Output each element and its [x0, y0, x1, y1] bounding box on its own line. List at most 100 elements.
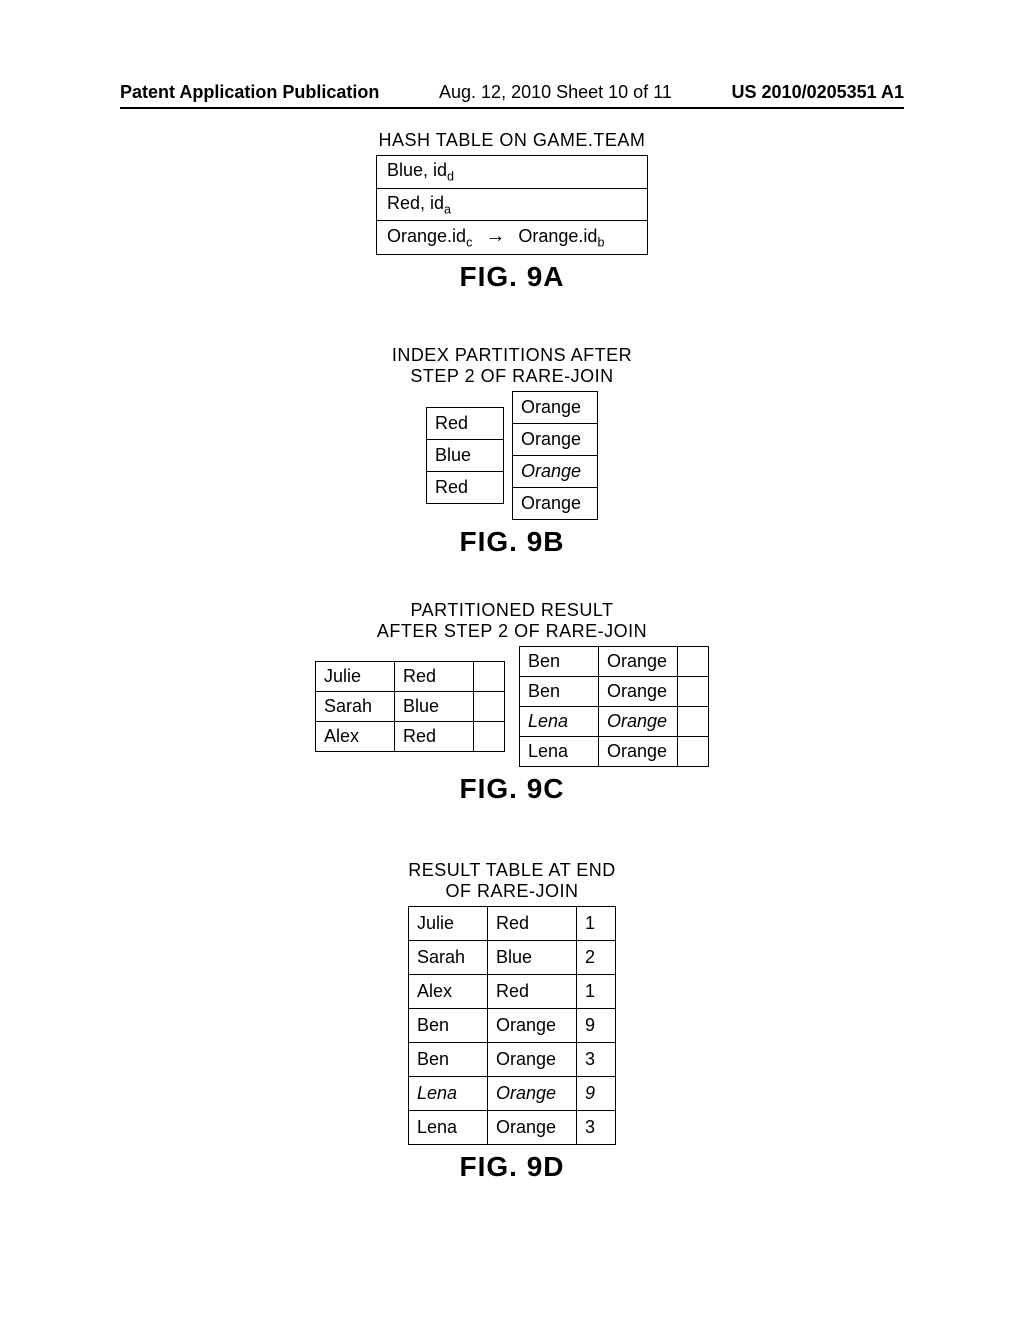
cell-text: Blue, id [387, 160, 447, 180]
table-row: Ben Orange [520, 677, 709, 707]
cell-empty [474, 722, 505, 752]
figure-9b: INDEX PARTITIONS AFTER STEP 2 OF RARE-JO… [0, 345, 1024, 558]
cell-text: Orange [513, 456, 598, 488]
table-row: Ben Orange 3 [409, 1043, 616, 1077]
hash-table: Blue, idd Red, ida Orange.idc → Orange.i… [376, 155, 648, 255]
table-row: Red [427, 408, 504, 440]
table-row: Orange [513, 456, 598, 488]
fig9c-caption-l2: AFTER STEP 2 OF RARE-JOIN [0, 621, 1024, 642]
table-row: Sarah Blue 2 [409, 941, 616, 975]
table-row: Orange [513, 392, 598, 424]
table-row: Ben Orange 9 [409, 1009, 616, 1043]
cell-text: Red [488, 907, 577, 941]
table-row: Sarah Blue [316, 692, 505, 722]
table-row: Red [427, 472, 504, 504]
cell-text: Sarah [409, 941, 488, 975]
cell-empty [678, 677, 709, 707]
cell-text: Alex [409, 975, 488, 1009]
result-table: Julie Red 1 Sarah Blue 2 Alex Red 1 Ben … [408, 906, 616, 1145]
table-row: Julie Red 1 [409, 907, 616, 941]
table-row: Lena Orange [520, 737, 709, 767]
cell-text: Ben [520, 647, 599, 677]
cell-empty [678, 647, 709, 677]
arrow-icon: → [485, 225, 505, 248]
cell-empty [474, 662, 505, 692]
cell-text: Ben [409, 1043, 488, 1077]
figure-9d: RESULT TABLE AT END OF RARE-JOIN Julie R… [0, 860, 1024, 1183]
table-row: Blue, idd [377, 156, 648, 189]
cell-text: Blue [427, 440, 504, 472]
table-row: Alex Red 1 [409, 975, 616, 1009]
fig9b-caption-l2: STEP 2 OF RARE-JOIN [0, 366, 1024, 387]
cell-text: Red [395, 662, 474, 692]
fig9b-label: FIG. 9B [0, 526, 1024, 558]
cell-text: Orange [488, 1077, 577, 1111]
cell-text: Orange [599, 647, 678, 677]
cell-text: Ben [409, 1009, 488, 1043]
index-partition-left: Red Blue Red [426, 407, 504, 504]
cell-text: Orange [513, 424, 598, 456]
partitioned-result-right: Ben Orange Ben Orange Lena Orange Lena O… [519, 646, 709, 767]
partitioned-result-left: Julie Red Sarah Blue Alex Red [315, 661, 505, 752]
cell-text: Orange [599, 737, 678, 767]
cell-text: Red [427, 408, 504, 440]
subscript: c [466, 236, 472, 250]
cell-text: Orange [513, 488, 598, 520]
index-partition-right: Orange Orange Orange Orange [512, 391, 598, 520]
cell-text: Orange [599, 677, 678, 707]
header-left: Patent Application Publication [120, 82, 379, 103]
table-row: Blue [427, 440, 504, 472]
cell-text: Orange.id [518, 226, 597, 246]
fig9c-caption-l1: PARTITIONED RESULT [0, 600, 1024, 621]
cell-text: Red [488, 975, 577, 1009]
table-row: Julie Red [316, 662, 505, 692]
cell-text: 3 [577, 1111, 616, 1145]
cell-text: Blue [488, 941, 577, 975]
header-mid: Aug. 12, 2010 Sheet 10 of 11 [439, 82, 672, 103]
subscript: b [597, 236, 604, 250]
table-row: Orange [513, 424, 598, 456]
cell-empty [678, 707, 709, 737]
page-header: Patent Application Publication Aug. 12, … [120, 82, 904, 109]
cell-text: Orange [488, 1043, 577, 1077]
figure-9a: HASH TABLE ON GAME.TEAM Blue, idd Red, i… [0, 130, 1024, 293]
cell-text: 3 [577, 1043, 616, 1077]
table-row: Alex Red [316, 722, 505, 752]
cell-text: Lena [409, 1077, 488, 1111]
cell-text: Orange [488, 1111, 577, 1145]
table-row: Lena Orange 3 [409, 1111, 616, 1145]
cell-text: Julie [316, 662, 395, 692]
figure-9c: PARTITIONED RESULT AFTER STEP 2 OF RARE-… [0, 600, 1024, 805]
fig9b-caption-l1: INDEX PARTITIONS AFTER [0, 345, 1024, 366]
fig9c-label: FIG. 9C [0, 773, 1024, 805]
subscript: a [444, 202, 451, 216]
cell-text: 1 [577, 975, 616, 1009]
fig9d-caption-l1: RESULT TABLE AT END [0, 860, 1024, 881]
cell-text: Red, id [387, 193, 444, 213]
table-row: Orange.idc → Orange.idb [377, 221, 648, 255]
cell-text: Sarah [316, 692, 395, 722]
cell-text: Orange [599, 707, 678, 737]
cell-text: Orange [513, 392, 598, 424]
table-row: Lena Orange [520, 707, 709, 737]
cell-text: Blue [395, 692, 474, 722]
cell-text: 2 [577, 941, 616, 975]
cell-text: 9 [577, 1009, 616, 1043]
table-row: Red, ida [377, 188, 648, 221]
header-right: US 2010/0205351 A1 [732, 82, 904, 103]
cell-text: 1 [577, 907, 616, 941]
cell-text: Lena [520, 707, 599, 737]
cell-text: Red [395, 722, 474, 752]
cell-text: Alex [316, 722, 395, 752]
fig9a-label: FIG. 9A [0, 261, 1024, 293]
table-row: Lena Orange 9 [409, 1077, 616, 1111]
cell-text: Ben [520, 677, 599, 707]
fig9a-caption: HASH TABLE ON GAME.TEAM [0, 130, 1024, 151]
cell-text: Julie [409, 907, 488, 941]
cell-text: Red [427, 472, 504, 504]
table-row: Orange [513, 488, 598, 520]
fig9d-caption-l2: OF RARE-JOIN [0, 881, 1024, 902]
cell-empty [474, 692, 505, 722]
cell-text: Lena [409, 1111, 488, 1145]
table-row: Ben Orange [520, 647, 709, 677]
